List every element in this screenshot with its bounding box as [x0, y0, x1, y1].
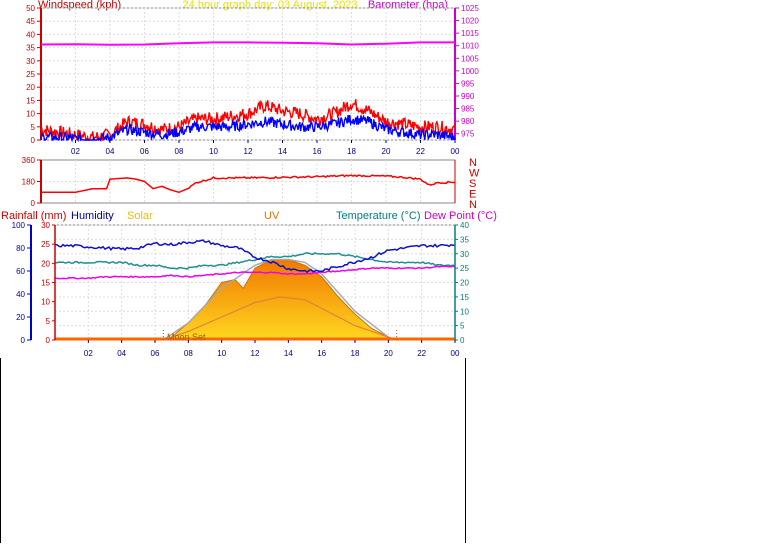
- rainfall-tick-label: 25: [41, 240, 50, 249]
- time-tick-label: 18: [347, 147, 356, 156]
- wind-time-axis: 02 04 06 08 10 12 14 16 18 20 22 00: [71, 140, 460, 156]
- compass-labels: NWSEN: [469, 157, 480, 211]
- time-tick-label: 04: [117, 349, 126, 358]
- barometer-tick-label: 1025: [461, 4, 479, 13]
- bottom-legend: Rainfall (mm) Humidity Solar UV Temperat…: [1, 210, 497, 222]
- chart-title: 24 hour graph day: 03 August, 2023: [183, 0, 358, 11]
- windspeed-tick-label: 35: [26, 44, 35, 53]
- windspeed-tick-label: 25: [26, 70, 35, 79]
- windspeed-tick-label: 0: [31, 136, 36, 145]
- barometer-tick-label: 1010: [461, 42, 479, 51]
- time-tick-label: 04: [106, 147, 115, 156]
- barometer-tick-label: 980: [461, 117, 475, 126]
- time-tick-label: 12: [251, 349, 260, 358]
- windspeed-tick-label: 45: [26, 17, 35, 26]
- windspeed-tick-label: 15: [26, 96, 35, 105]
- direction-tick-label: 0: [31, 199, 36, 208]
- temperature-tick-label: 5: [460, 322, 465, 331]
- time-tick-label: 20: [384, 349, 393, 358]
- humidity-tick-label: 40: [16, 290, 25, 299]
- time-tick-label: 22: [417, 349, 426, 358]
- rainfall-tick-label: 30: [41, 221, 50, 230]
- temperature-tick-label: 30: [460, 250, 469, 259]
- time-tick-label: 00: [451, 147, 460, 156]
- temperature-tick-label: 15: [460, 293, 469, 302]
- time-tick-label: 22: [416, 147, 425, 156]
- windspeed-tick-label: 5: [31, 123, 36, 132]
- rainfall-axis: 0 5 10 15 20 25 30: [41, 221, 56, 345]
- humidity-tick-label: 60: [16, 267, 25, 276]
- temperature-tick-label: 10: [460, 307, 469, 316]
- barometer-tick-label: 990: [461, 92, 475, 101]
- time-tick-label: 14: [284, 349, 293, 358]
- barometer-tick-label: 1005: [461, 54, 479, 63]
- rainfall-tick-label: 5: [46, 317, 51, 326]
- time-tick-label: 06: [140, 147, 149, 156]
- time-tick-label: 08: [184, 349, 193, 358]
- temperature-tick-label: 0: [460, 336, 465, 345]
- time-tick-label: 10: [217, 349, 226, 358]
- windspeed-tick-label: 30: [26, 57, 35, 66]
- temperature-tick-label: 20: [460, 279, 469, 288]
- time-tick-label: 16: [317, 349, 326, 358]
- temperature-tick-label: 40: [460, 221, 469, 230]
- direction-panel-grid: [41, 160, 456, 203]
- time-tick-label: 08: [175, 147, 184, 156]
- weather-graph: Windspeed (kph) 24 hour graph day: 03 Au…: [0, 0, 761, 543]
- windspeed-axis: 0 5 10 15 20 25 30 35 40 45 50: [26, 4, 42, 145]
- legend-uv: UV: [264, 210, 280, 222]
- time-tick-label: 02: [84, 349, 93, 358]
- bottom-time-axis: 02 04 06 08 10 12 14 16 18 20 22 00: [84, 340, 460, 358]
- time-tick-label: 10: [209, 147, 218, 156]
- time-tick-label: 06: [151, 349, 160, 358]
- temperature-axis: 0 5 10 15 20 25 30 35 40: [454, 221, 469, 345]
- legend-humidity: Humidity: [71, 210, 114, 222]
- direction-tick-label: 180: [22, 178, 36, 187]
- rainfall-tick-label: 10: [41, 298, 50, 307]
- humidity-tick-label: 80: [16, 244, 25, 253]
- direction-tick-label: 360: [22, 156, 36, 165]
- time-tick-label: 02: [71, 147, 80, 156]
- moon-set-label: Moon Set: [167, 332, 206, 342]
- weather-chart-svg: Windspeed (kph) 24 hour graph day: 03 Au…: [0, 0, 497, 543]
- windspeed-tick-label: 50: [26, 4, 35, 13]
- time-tick-label: 00: [451, 349, 460, 358]
- temperature-tick-label: 25: [460, 264, 469, 273]
- windspeed-tick-label: 20: [26, 83, 35, 92]
- barometer-tick-label: 985: [461, 105, 475, 114]
- barometer-axis-label: Barometer (hpa): [368, 0, 448, 11]
- time-tick-label: 14: [278, 147, 287, 156]
- legend-solar: Solar: [127, 210, 153, 222]
- barometer-tick-label: 1000: [461, 67, 479, 76]
- time-tick-label: 18: [351, 349, 360, 358]
- rainfall-tick-label: 15: [41, 279, 50, 288]
- humidity-tick-label: 20: [16, 313, 25, 322]
- rainfall-tick-label: 0: [46, 336, 51, 345]
- time-tick-label: 20: [382, 147, 391, 156]
- barometer-tick-label: 1020: [461, 17, 479, 26]
- legend-temperature: Temperature (°C): [336, 210, 420, 222]
- barometer-tick-label: 995: [461, 79, 475, 88]
- humidity-tick-label: 0: [21, 336, 26, 345]
- humidity-line: [55, 239, 455, 274]
- barometer-tick-label: 1015: [461, 29, 479, 38]
- time-tick-label: 12: [244, 147, 253, 156]
- windspeed-tick-label: 40: [26, 30, 35, 39]
- barometer-tick-label: 975: [461, 130, 475, 139]
- windspeed-axis-label: Windspeed (kph): [38, 0, 121, 11]
- humidity-tick-label: 100: [12, 221, 26, 230]
- temperature-tick-label: 35: [460, 235, 469, 244]
- humidity-axis: 0 20 40 60 80 100: [12, 221, 32, 345]
- time-tick-label: 16: [313, 147, 322, 156]
- barometer-axis: 975 980 985 990 995 1000 1005 1010 1015 1020 1025: [454, 4, 479, 140]
- rainfall-tick-label: 20: [41, 259, 50, 268]
- windspeed-tick-label: 10: [26, 110, 35, 119]
